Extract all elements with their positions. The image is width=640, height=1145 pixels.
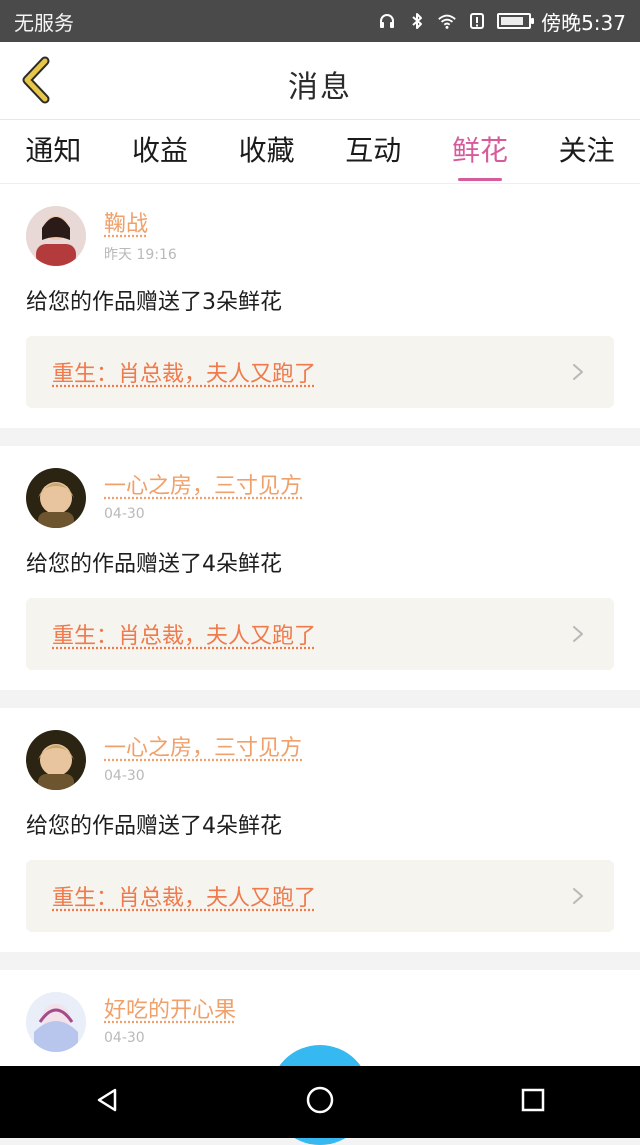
timestamp: 昨天 19:16 xyxy=(104,247,177,263)
timestamp: 04-30 xyxy=(104,1030,145,1046)
user-avatar[interactable] xyxy=(26,206,86,266)
user-meta: 一心之房，三寸见方 04-30 xyxy=(104,730,302,784)
username-link[interactable]: 一心之房，三寸见方 xyxy=(104,474,302,500)
work-title: 重生：肖总裁，夫人又跑了 xyxy=(52,886,317,911)
user-avatar[interactable] xyxy=(26,992,86,1052)
user-row: 鞠战 昨天 19:16 xyxy=(26,206,614,266)
tab-flowers[interactable]: 鲜花 xyxy=(452,121,508,183)
tab-notifications[interactable]: 通知 xyxy=(25,121,81,183)
system-nav-bar xyxy=(0,1066,640,1138)
chevron-right-icon xyxy=(568,362,588,382)
notification-card: 鞠战 昨天 19:16 给您的作品赠送了3朵鲜花 重生：肖总裁，夫人又跑了 xyxy=(0,184,640,428)
notification-card: 一心之房，三寸见方 04-30 给您的作品赠送了4朵鲜花 重生：肖总裁，夫人又跑… xyxy=(0,446,640,690)
chevron-right-icon xyxy=(568,624,588,644)
page-title: 消息 xyxy=(288,71,352,104)
battery-icon xyxy=(497,13,535,29)
alert-icon xyxy=(467,11,487,31)
chevron-right-icon xyxy=(568,886,588,906)
nav-recents-button[interactable] xyxy=(505,1074,561,1130)
bluetooth-icon xyxy=(407,11,427,31)
app-bar: 消息 xyxy=(0,42,640,120)
timestamp: 04-30 xyxy=(104,768,145,784)
wifi-icon xyxy=(437,11,457,31)
tab-earnings[interactable]: 收益 xyxy=(132,121,188,183)
notification-message: 给您的作品赠送了4朵鲜花 xyxy=(26,814,282,839)
username-link[interactable]: 好吃的开心果 xyxy=(104,998,236,1024)
timestamp: 04-30 xyxy=(104,506,145,522)
work-link[interactable]: 重生：肖总裁，夫人又跑了 xyxy=(26,336,614,408)
work-title: 重生：肖总裁，夫人又跑了 xyxy=(52,362,317,387)
status-time: 傍晚5:37 xyxy=(541,10,626,35)
tab-interactions[interactable]: 互动 xyxy=(345,121,401,183)
user-row: 好吃的开心果 04-30 xyxy=(26,992,614,1052)
back-triangle-icon xyxy=(93,1086,121,1118)
user-meta: 一心之房，三寸见方 04-30 xyxy=(104,468,302,522)
work-link[interactable]: 重生：肖总裁，夫人又跑了 xyxy=(26,598,614,670)
username-link[interactable]: 鞠战 xyxy=(104,212,177,238)
nav-home-button[interactable] xyxy=(292,1074,348,1130)
home-circle-icon xyxy=(305,1085,335,1119)
user-meta: 鞠战 昨天 19:16 xyxy=(104,206,177,264)
user-avatar[interactable] xyxy=(26,468,86,528)
carrier-text: 无服务 xyxy=(14,10,74,35)
recents-square-icon xyxy=(519,1086,547,1118)
user-avatar[interactable] xyxy=(26,730,86,790)
nav-back-button[interactable] xyxy=(79,1074,135,1130)
work-title: 重生：肖总裁，夫人又跑了 xyxy=(52,624,317,649)
status-icons: 傍晚5:37 xyxy=(377,7,626,36)
tab-bar: 通知 收益 收藏 互动 鲜花 关注 xyxy=(0,120,640,184)
user-row: 一心之房，三寸见方 04-30 xyxy=(26,730,614,790)
notification-message: 给您的作品赠送了4朵鲜花 xyxy=(26,552,282,577)
work-link[interactable]: 重生：肖总裁，夫人又跑了 xyxy=(26,860,614,932)
status-bar: 无服务 傍晚5:37 xyxy=(0,0,640,42)
notification-list: 鞠战 昨天 19:16 给您的作品赠送了3朵鲜花 重生：肖总裁，夫人又跑了 一心… xyxy=(0,184,640,1090)
tab-favorites[interactable]: 收藏 xyxy=(239,121,295,183)
user-row: 一心之房，三寸见方 04-30 xyxy=(26,468,614,528)
notification-card: 一心之房，三寸见方 04-30 给您的作品赠送了4朵鲜花 重生：肖总裁，夫人又跑… xyxy=(0,708,640,952)
user-meta: 好吃的开心果 04-30 xyxy=(104,992,236,1046)
tab-follows[interactable]: 关注 xyxy=(559,121,615,183)
notification-message: 给您的作品赠送了3朵鲜花 xyxy=(26,290,282,315)
username-link[interactable]: 一心之房，三寸见方 xyxy=(104,736,302,762)
headphones-icon xyxy=(377,11,397,31)
